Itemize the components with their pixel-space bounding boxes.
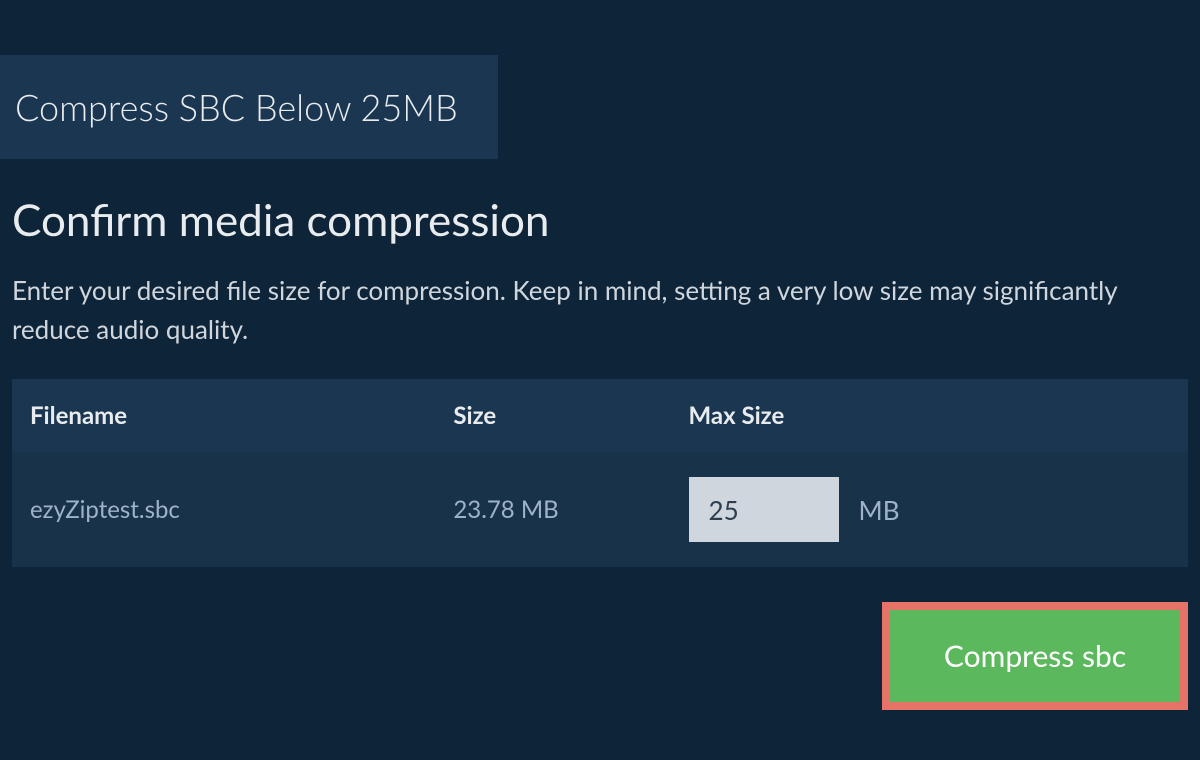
compress-button-highlight: Compress sbc [882, 602, 1188, 710]
table-header-filename: Filename [12, 379, 435, 452]
tab-header-label: Compress SBC Below 25MB [15, 85, 458, 129]
table-row: ezyZiptest.sbc 23.78 MB MB [12, 452, 1188, 567]
maxsize-wrapper: MB [689, 477, 1170, 542]
cell-size: 23.78 MB [435, 452, 670, 567]
cell-filename: ezyZiptest.sbc [12, 452, 435, 567]
table-header-size: Size [435, 379, 670, 452]
maxsize-input[interactable] [689, 477, 839, 542]
button-row: Compress sbc [12, 602, 1188, 710]
tab-header[interactable]: Compress SBC Below 25MB [0, 55, 498, 159]
files-table: Filename Size Max Size ezyZiptest.sbc 23… [12, 379, 1188, 567]
main-container: Compress SBC Below 25MB Confirm media co… [0, 0, 1200, 710]
table-header-maxsize: Max Size [671, 379, 1188, 452]
maxsize-unit: MB [859, 494, 900, 526]
page-description: Enter your desired file size for compres… [12, 271, 1188, 349]
cell-maxsize: MB [671, 452, 1188, 567]
page-title: Confirm media compression [12, 194, 1188, 246]
compress-button[interactable]: Compress sbc [890, 610, 1180, 702]
